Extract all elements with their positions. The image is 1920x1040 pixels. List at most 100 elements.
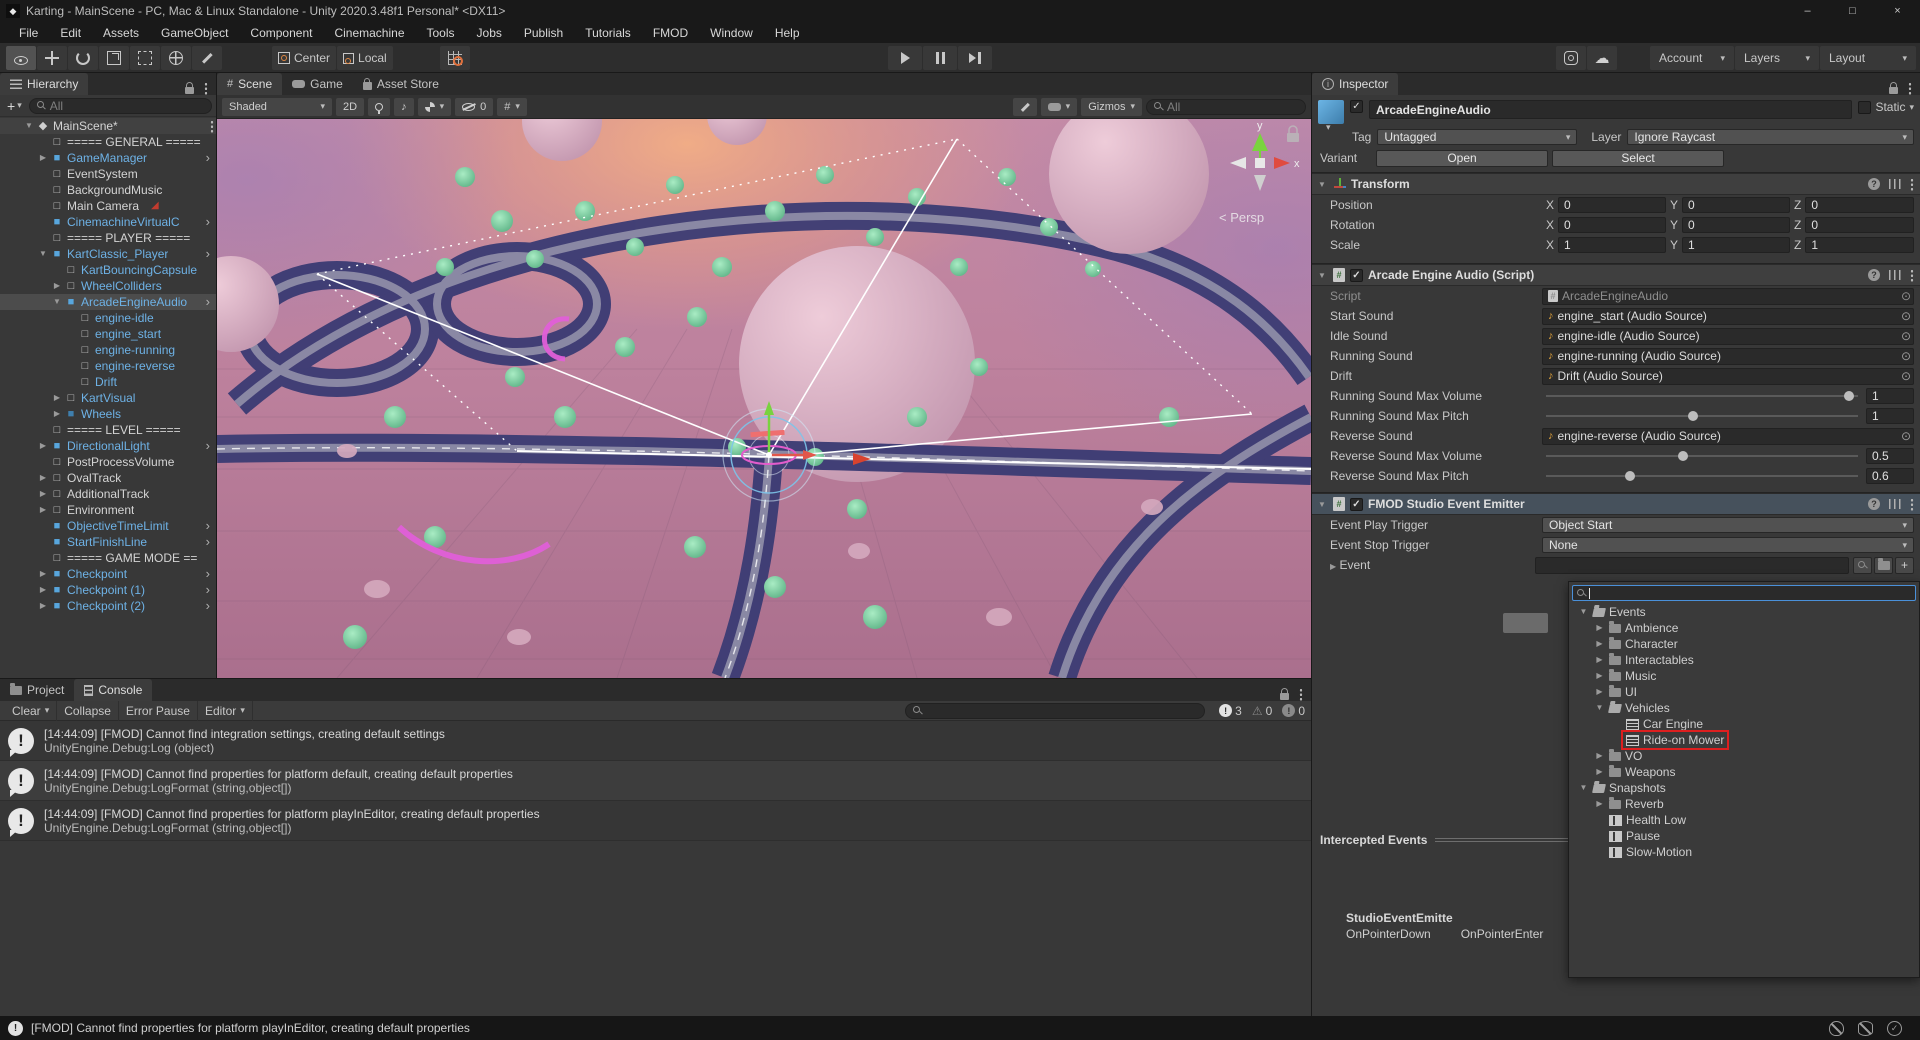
hierarchy-item[interactable]: KartVisual › (0, 390, 216, 406)
expand-arrow-icon[interactable] (36, 470, 50, 486)
info-count-toggle[interactable]: ! 3 (1219, 704, 1242, 718)
prefab-chevron-icon[interactable]: › (206, 582, 214, 598)
grid-snap-button[interactable] (440, 46, 470, 70)
event-add-button[interactable]: + (1895, 556, 1914, 574)
lock-icon[interactable] (185, 82, 194, 94)
console-log-entry[interactable]: ! [14:44:09] [FMOD] Cannot find properti… (0, 801, 1311, 841)
expand-arrow-icon[interactable] (50, 406, 64, 422)
hierarchy-item[interactable]: engine_start › (0, 326, 216, 342)
progress-check-icon[interactable]: ✓ (1887, 1020, 1902, 1036)
prefab-chevron-icon[interactable]: › (206, 150, 214, 166)
intercepted-event[interactable]: OnPointerDown (1346, 927, 1431, 941)
variant-select-button[interactable]: Select (1552, 149, 1724, 167)
orientation-toggle-button[interactable]: Local (337, 46, 393, 70)
console-log-entry[interactable]: ! [14:44:09] [FMOD] Cannot find properti… (0, 761, 1311, 801)
version-control-button[interactable] (1556, 46, 1586, 70)
help-icon[interactable]: ? (1868, 498, 1880, 510)
event-browser-item[interactable]: Music (1569, 668, 1919, 684)
editor-dropdown[interactable]: Editor ▾ (198, 700, 253, 721)
prefab-chevron-icon[interactable]: › (206, 566, 214, 582)
script-object-field[interactable]: # ArcadeEngineAudio ⊙ (1542, 287, 1914, 305)
event-search-button[interactable] (1853, 556, 1872, 574)
drift-sound-field[interactable]: ♪ Drift (Audio Source) ⊙ (1542, 367, 1914, 385)
hierarchy-item[interactable]: OvalTrack › (0, 470, 216, 486)
hierarchy-item[interactable]: KartClassic_Player › (0, 246, 216, 262)
layout-dropdown[interactable]: Layout ▾ (1820, 46, 1916, 70)
prefab-chevron-icon[interactable]: › (206, 214, 214, 230)
menu-item[interactable]: FMOD (642, 22, 699, 43)
scale-x-field[interactable]: 1 (1558, 237, 1666, 253)
object-picker-icon[interactable]: ⊙ (1901, 329, 1911, 343)
expand-arrow-icon[interactable] (50, 278, 64, 294)
expand-arrow-icon[interactable] (1593, 668, 1606, 684)
create-object-button[interactable]: + ▾ (4, 98, 25, 114)
presets-icon[interactable] (1889, 179, 1901, 189)
tag-dropdown[interactable]: Untagged ▾ (1377, 129, 1578, 145)
panel-menu-icon[interactable] (1908, 82, 1912, 95)
running-pitch-value[interactable]: 1 (1866, 408, 1914, 424)
hierarchy-item[interactable]: CinemachineVirtualC › (0, 214, 216, 230)
hierarchy-item[interactable]: WheelColliders › (0, 278, 216, 294)
scene-viewport[interactable]: y x < Persp (217, 119, 1311, 678)
running-volume-value[interactable]: 1 (1866, 388, 1914, 404)
custom-tool-button[interactable] (192, 46, 222, 70)
expand-arrow-icon[interactable] (1577, 780, 1590, 796)
hierarchy-item[interactable]: ArcadeEngineAudio › (0, 294, 216, 310)
component-menu-icon[interactable] (1910, 497, 1914, 511)
hierarchy-item[interactable]: GameManager › (0, 150, 216, 166)
event-browser-item[interactable]: Snapshots (1569, 780, 1919, 796)
rotation-x-field[interactable]: 0 (1558, 217, 1666, 233)
play-button[interactable] (888, 46, 922, 70)
expand-arrow-icon[interactable] (36, 438, 50, 454)
event-browser-item[interactable]: Events (1569, 604, 1919, 620)
hierarchy-item[interactable]: ObjectiveTimeLimit › (0, 518, 216, 534)
event-browser-item[interactable]: Ambience (1569, 620, 1919, 636)
menu-item[interactable]: Assets (92, 22, 150, 43)
hierarchy-item[interactable]: KartBouncingCapsule › (0, 262, 216, 278)
event-browser-item[interactable]: Character (1569, 636, 1919, 652)
menu-item[interactable]: Tools (416, 22, 466, 43)
hierarchy-item[interactable]: ===== LEVEL ===== › (0, 422, 216, 438)
warning-count-toggle[interactable]: ⚠ 0 (1252, 704, 1272, 718)
gameobject-name-field[interactable]: ArcadeEngineAudio (1369, 100, 1853, 119)
menu-item[interactable]: Edit (49, 22, 92, 43)
event-browser-item[interactable]: Car Engine (1569, 716, 1919, 732)
expand-arrow-icon[interactable] (1593, 684, 1606, 700)
event-browser-item[interactable]: Weapons (1569, 764, 1919, 780)
prefab-chevron-icon[interactable]: › (206, 598, 214, 614)
prefab-chevron-icon[interactable]: › (206, 438, 214, 454)
lighting-toggle-button[interactable] (368, 97, 391, 116)
event-browse-button[interactable] (1874, 556, 1893, 574)
hierarchy-item[interactable]: engine-idle › (0, 310, 216, 326)
component-menu-icon[interactable] (1910, 268, 1914, 282)
expand-arrow-icon[interactable] (1593, 620, 1606, 636)
event-browser-item[interactable]: VO (1569, 748, 1919, 764)
shading-mode-dropdown[interactable]: Shaded ▾ (222, 97, 332, 116)
tab-scene[interactable]: # Scene (217, 73, 283, 95)
tab-asset-store[interactable]: Asset Store (352, 73, 449, 95)
start-sound-field[interactable]: ♪ engine_start (Audio Source) ⊙ (1542, 307, 1914, 325)
static-dropdown-icon[interactable]: ▾ (1909, 102, 1914, 113)
scene-tools-button[interactable] (1012, 97, 1037, 116)
gizmos-dropdown[interactable]: Gizmos ▾ (1081, 97, 1142, 116)
variant-open-button[interactable]: Open (1376, 149, 1548, 167)
event-browser-item[interactable]: Ride-on Mower (1569, 730, 1919, 750)
event-stop-trigger-dropdown[interactable]: None ▾ (1542, 537, 1914, 553)
pause-button[interactable] (923, 46, 957, 70)
view-tool-button[interactable] (6, 46, 36, 70)
running-volume-slider[interactable] (1546, 391, 1858, 401)
expand-arrow-icon[interactable] (50, 294, 64, 310)
hierarchy-item[interactable]: ===== GAME MODE == › (0, 550, 216, 566)
scale-z-field[interactable]: 1 (1805, 237, 1914, 253)
tab-hierarchy[interactable]: Hierarchy (0, 73, 89, 95)
2d-toggle-button[interactable]: 2D (336, 97, 365, 116)
expand-arrow-icon[interactable] (36, 150, 50, 166)
tab-project[interactable]: Project (0, 679, 75, 701)
hierarchy-item[interactable]: BackgroundMusic › (0, 182, 216, 198)
expand-arrow-icon[interactable] (1593, 652, 1606, 668)
hierarchy-item[interactable]: DirectionalLight › (0, 438, 216, 454)
clear-button[interactable]: Clear ▾ (5, 700, 58, 721)
menu-item[interactable]: Component (239, 22, 323, 43)
rotate-tool-button[interactable] (68, 46, 98, 70)
event-browser-item[interactable]: Slow-Motion (1569, 844, 1919, 860)
